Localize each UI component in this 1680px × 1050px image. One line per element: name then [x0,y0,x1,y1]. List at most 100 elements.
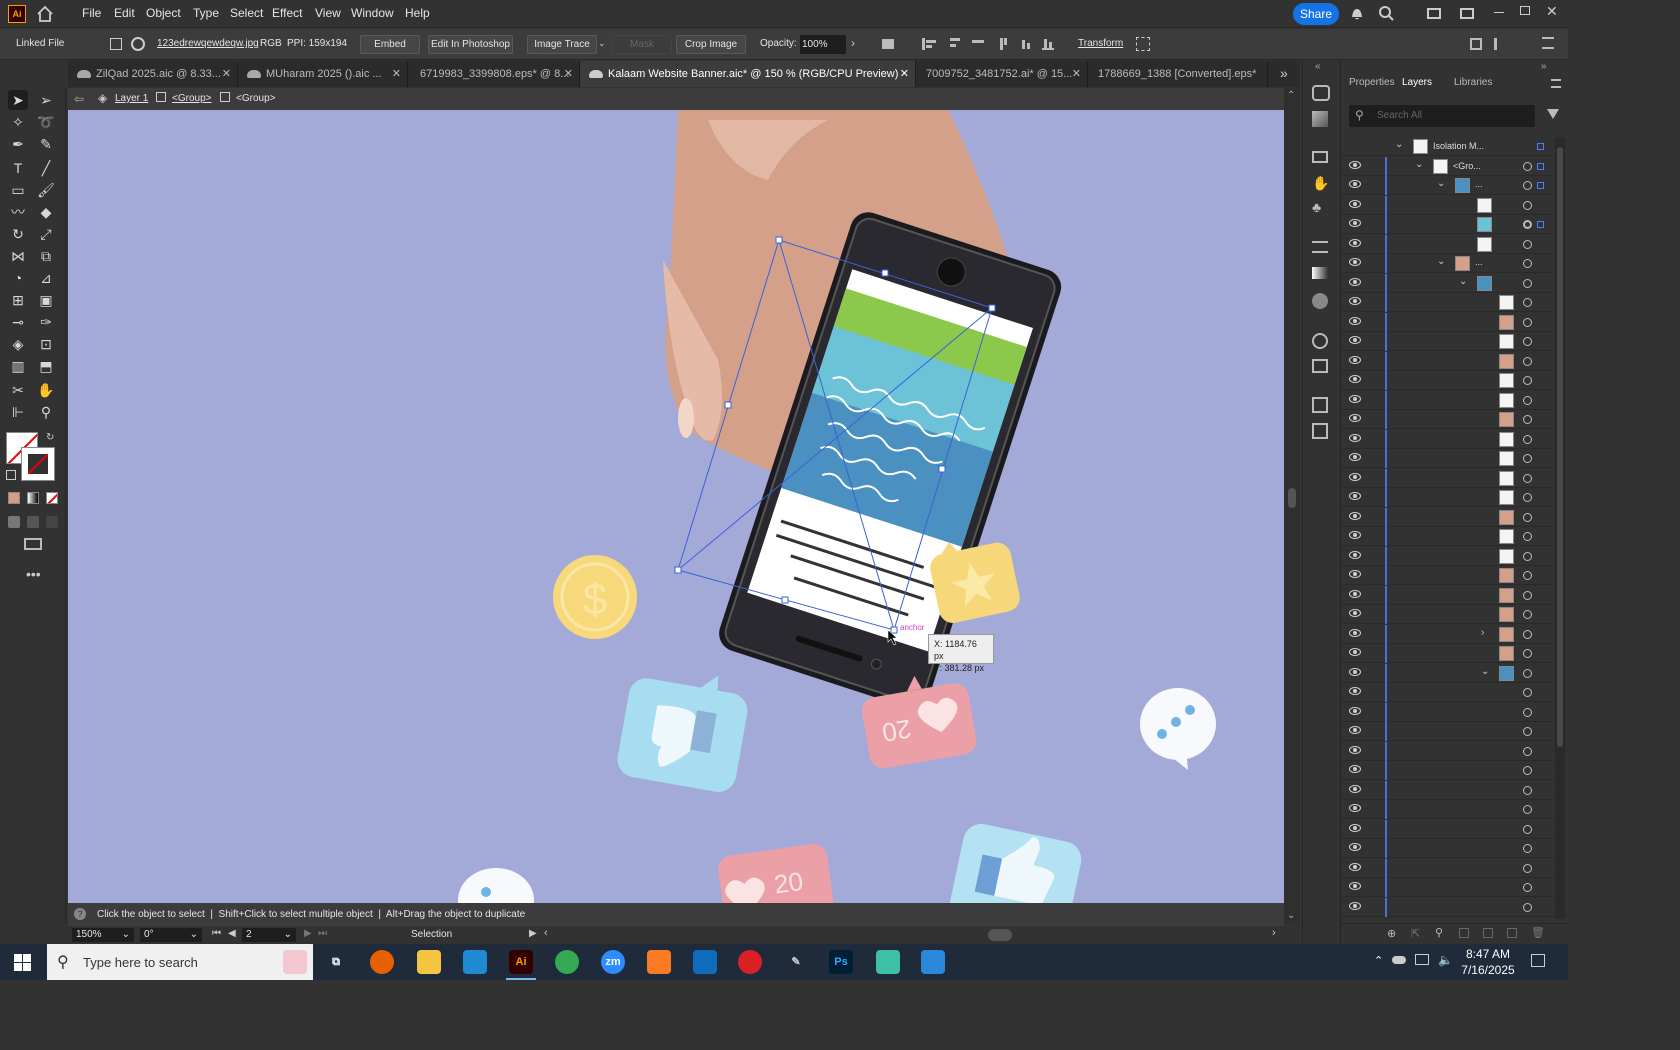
slice-tool-icon[interactable]: ✂ [8,380,28,400]
menu-help[interactable]: Help [405,6,430,20]
close-tab-icon[interactable]: ✕ [392,61,401,87]
panel-menu-icon[interactable] [1551,79,1561,88]
shape-builder-tool-icon[interactable]: ◔ [8,268,28,288]
share-button[interactable]: Share [1293,3,1339,25]
target-circle-icon[interactable] [1523,551,1532,561]
workspace-icon[interactable] [1427,8,1441,19]
windows-start-icon[interactable] [14,954,31,971]
menu-type[interactable]: Type [193,6,219,20]
visibility-eye-icon[interactable] [1349,804,1361,812]
target-circle-icon[interactable] [1523,863,1532,873]
visibility-eye-icon[interactable] [1349,550,1361,559]
target-circle-icon[interactable] [1523,727,1532,736]
column-graph-tool-icon[interactable]: ▥ [8,356,28,376]
edit-in-photoshop-button[interactable]: Edit In Photoshop [428,35,513,54]
visibility-eye-icon[interactable] [1349,278,1361,286]
visibility-eye-icon[interactable] [1349,648,1361,656]
horizontal-scroll-thumb[interactable] [988,929,1012,941]
visibility-eye-icon[interactable] [1349,180,1361,188]
visibility-eye-icon[interactable] [1349,492,1361,500]
blend-tool-icon[interactable]: ◈ [8,334,28,354]
layer-row[interactable] [1341,585,1553,605]
close-tab-icon[interactable]: ✕ [564,61,573,87]
layer-row[interactable] [1341,878,1553,897]
menu-edit[interactable]: Edit [114,6,135,20]
chevron-right-icon[interactable]: › [1481,627,1484,638]
layer-row[interactable] [1341,897,1553,917]
visibility-eye-icon[interactable] [1349,316,1361,325]
target-circle-icon[interactable] [1523,162,1532,171]
gradient-mode-icon[interactable] [27,492,39,504]
visibility-eye-icon[interactable] [1349,862,1361,871]
gradient-tool-icon[interactable]: ▣ [36,290,56,310]
visibility-eye-icon[interactable] [1349,239,1361,247]
scroll-thumb[interactable] [1288,488,1296,508]
menu-view[interactable]: View [315,6,341,20]
target-circle-icon[interactable] [1523,844,1532,853]
visibility-eye-icon[interactable] [1349,433,1361,442]
visibility-eye-icon[interactable] [1349,589,1361,598]
visibility-eye-icon[interactable] [1349,297,1361,305]
restore-button[interactable] [1520,6,1530,15]
first-artboard-icon[interactable]: ⏮ [212,928,221,939]
visibility-eye-icon[interactable] [1349,784,1361,793]
chevron-down-icon[interactable]: ⌄ [1481,666,1489,677]
transform-link[interactable]: Transform [1078,38,1123,49]
symbol-sprayer-tool-icon[interactable]: ⊡ [36,334,56,354]
target-circle-icon[interactable] [1523,259,1532,268]
none-mode-icon[interactable] [46,492,58,504]
visibility-eye-icon[interactable] [1349,901,1361,910]
curvature-tool-icon[interactable]: ✎ [36,134,56,154]
chevron-down-icon[interactable]: ⌄ [598,38,606,49]
next-artboard-icon[interactable]: ▶ [304,928,312,939]
default-colors-icon[interactable] [6,470,16,480]
tab-properties[interactable]: Properties [1349,77,1395,88]
visibility-eye-icon[interactable] [1349,258,1361,266]
layer-row-subgroup[interactable]: ⌄ ... [1341,176,1553,195]
visibility-eye-icon[interactable] [1349,414,1361,422]
swatches-icon[interactable] [1312,151,1328,163]
layer-row[interactable] [1341,332,1553,351]
perspective-grid-tool-icon[interactable]: ⊿ [36,268,56,288]
visibility-eye-icon[interactable] [1349,161,1361,169]
selection-tool-icon[interactable]: ➤ [8,90,28,110]
layer-row[interactable] [1341,858,1553,878]
gradient-panel-icon[interactable] [1312,267,1328,279]
clock[interactable]: 8:47 AM 7/16/2025 [1458,946,1518,978]
filename-link[interactable]: 123edrewqewdeqw.jpg [157,38,259,49]
target-circle-icon[interactable] [1523,571,1532,580]
firefox-icon[interactable] [370,950,394,974]
chevron-down-icon[interactable]: ⌄ [1437,256,1445,267]
layer-row-group[interactable]: ⌄ <Gro... [1341,157,1553,176]
zoom-tool-icon[interactable]: ⚲ [36,402,56,422]
tabs-overflow-icon[interactable]: » [1280,65,1288,81]
scroll-down-icon[interactable]: ⌄ [1287,910,1295,921]
target-circle-icon[interactable] [1523,610,1532,619]
visibility-eye-icon[interactable] [1349,609,1361,617]
visibility-eye-icon[interactable] [1349,667,1361,676]
symbols-icon[interactable]: ♣ [1312,199,1321,215]
collect-export-icon[interactable]: ⇱ [1411,927,1420,940]
visibility-eye-icon[interactable] [1349,472,1361,481]
new-layer-icon[interactable] [1507,928,1517,938]
chrome-icon[interactable] [555,950,579,974]
swap-icon[interactable]: ↻ [46,432,54,443]
target-circle-icon[interactable] [1523,532,1532,541]
export-layers-icon[interactable]: ⊕ [1387,927,1396,940]
rotate-tool-icon[interactable]: ↻ [8,224,28,244]
appearance-icon[interactable] [1312,85,1330,101]
layers-search[interactable]: ⚲ Search All [1349,105,1535,127]
target-circle-icon[interactable] [1523,376,1532,385]
layer-row[interactable] [1341,527,1553,546]
chevron-down-icon[interactable]: ⌄ [1395,139,1403,150]
draw-normal-icon[interactable] [8,516,20,528]
panel-scroll-thumb[interactable] [1557,147,1563,747]
chevron-down-icon[interactable]: ⌄ [1459,276,1467,287]
target-circle-icon[interactable] [1523,454,1532,463]
measure-tool-icon[interactable]: ✑ [36,312,56,332]
tab-zilqad[interactable]: ZilQad 2025.aic @ 8.33... ✕ [68,61,238,87]
app-hexagon-icon[interactable] [876,950,900,974]
target-circle-icon[interactable] [1523,201,1532,210]
mesh-tool-icon[interactable]: ⊞ [8,290,28,310]
direct-selection-tool-icon[interactable]: ➢ [36,90,56,110]
